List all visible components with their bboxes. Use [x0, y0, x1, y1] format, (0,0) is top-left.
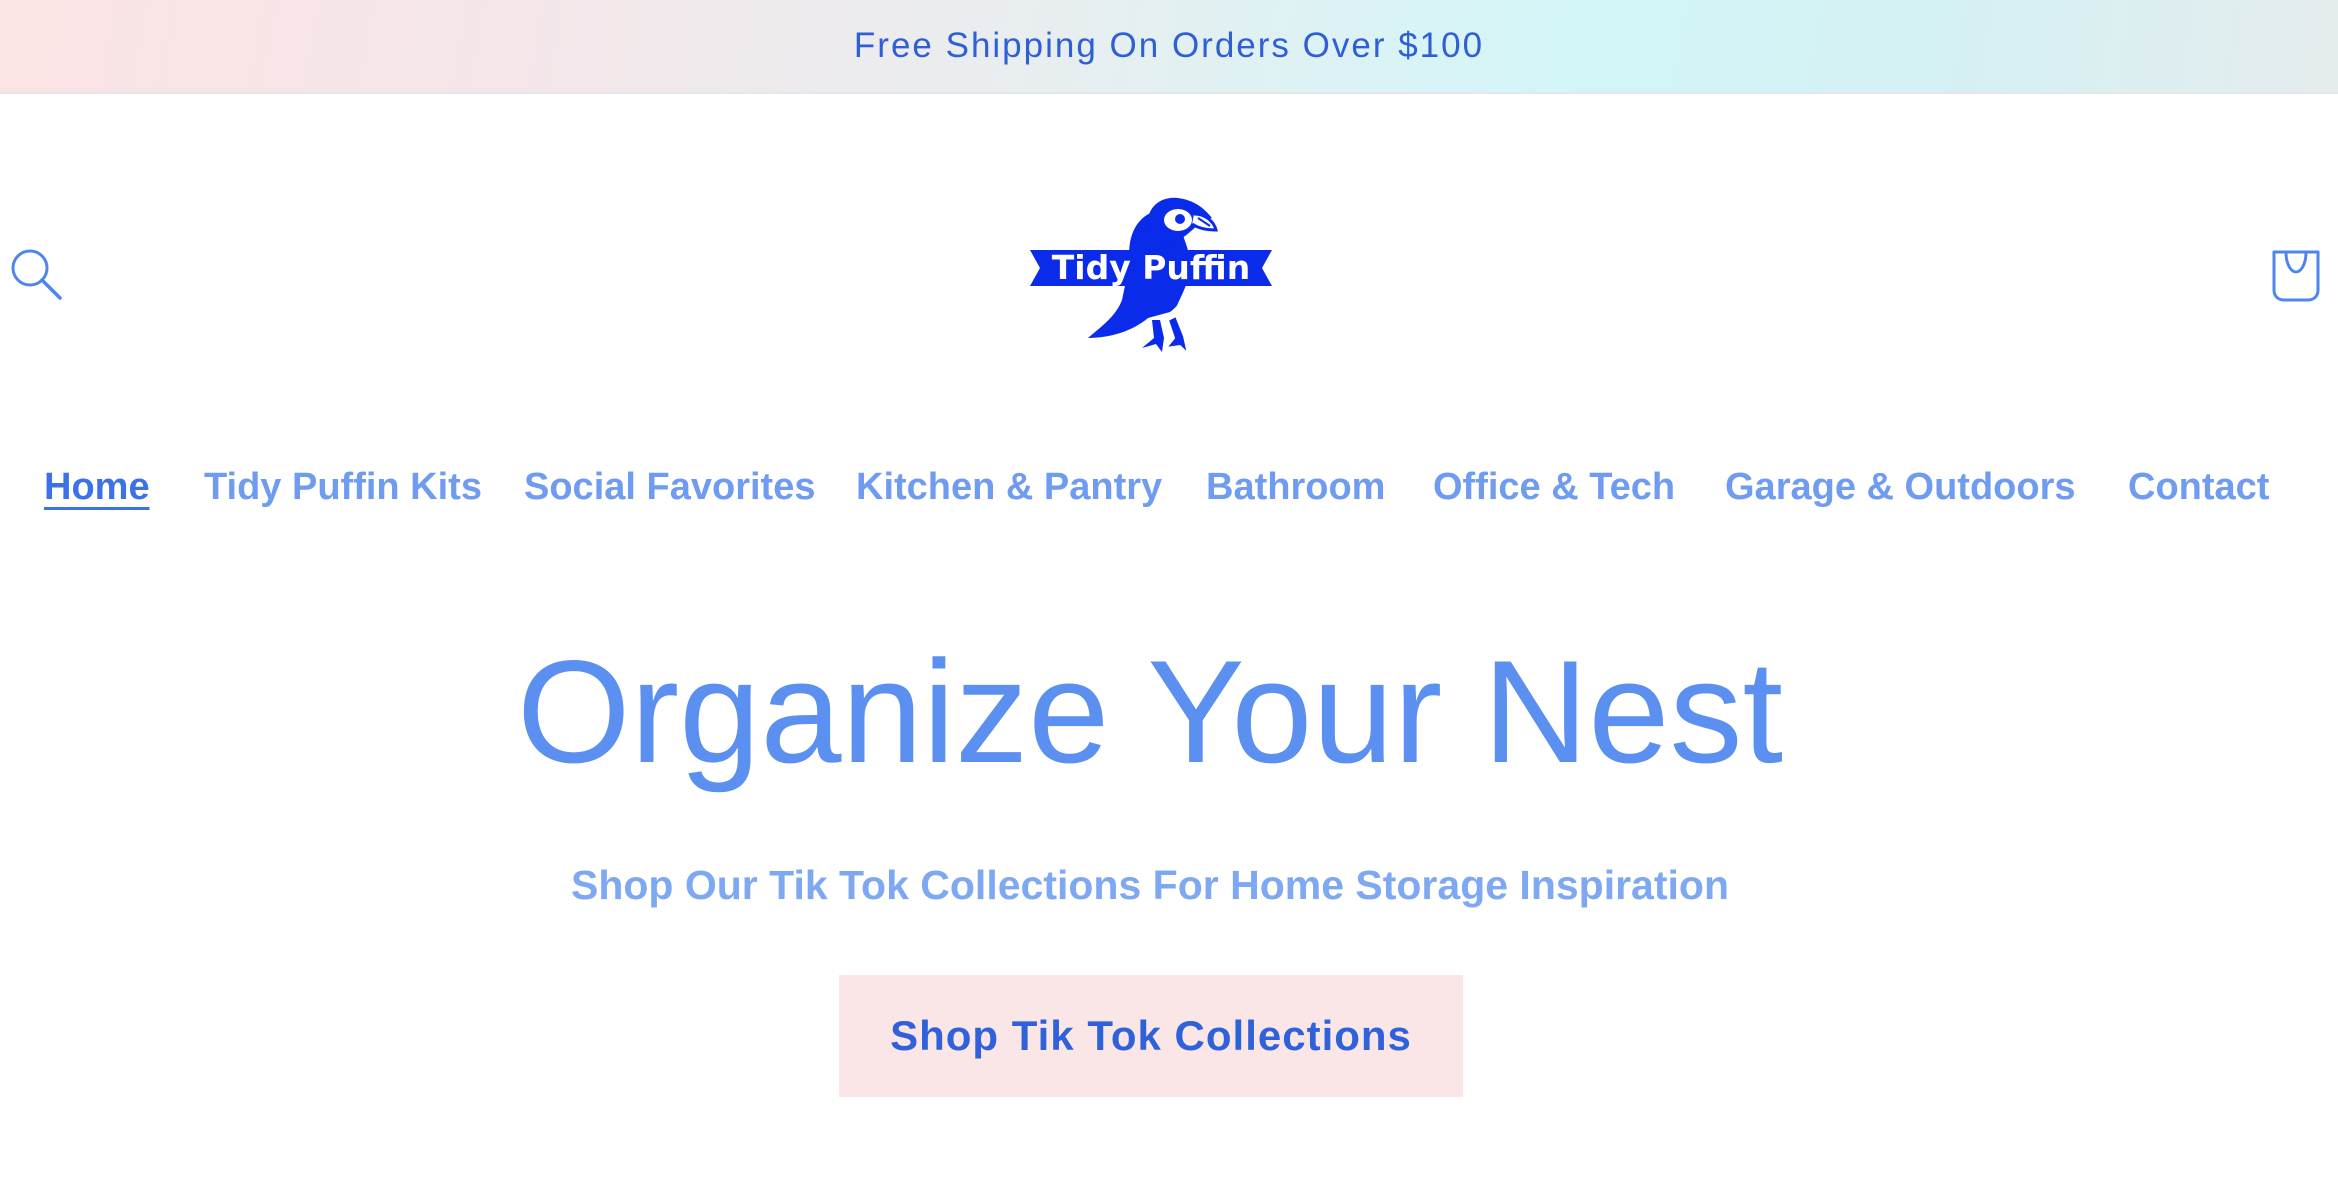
tidy-puffin-logo[interactable]: Tidy Puffin [1030, 188, 1272, 358]
nav-item-home[interactable]: Home [44, 466, 150, 509]
hero-subtitle: Shop Our Tik Tok Collections For Home St… [571, 862, 1729, 908]
nav-item-kitchen-pantry[interactable]: Kitchen & Pantry [856, 466, 1162, 509]
hero-title: Organize Your Nest [516, 630, 1784, 793]
nav-item-contact[interactable]: Contact [2128, 466, 2269, 509]
nav-item-tidy-puffin-kits[interactable]: Tidy Puffin Kits [204, 466, 482, 509]
shop-tiktok-collections-button[interactable]: Shop Tik Tok Collections [839, 975, 1463, 1097]
announcement-text: Free Shipping On Orders Over $100 [853, 26, 1485, 65]
puffin-logo-icon: Tidy Puffin [1030, 197, 1272, 358]
nav-item-social-favorites[interactable]: Social Favorites [524, 466, 815, 509]
cart-button[interactable] [2268, 244, 2324, 304]
logo-text: Tidy Puffin [1052, 248, 1250, 287]
announcement-bar: Free Shipping On Orders Over $100 [0, 0, 2338, 94]
nav-item-bathroom[interactable]: Bathroom [1206, 466, 1385, 509]
search-button[interactable] [8, 246, 66, 304]
nav-item-garage-outdoors[interactable]: Garage & Outdoors [1725, 466, 2076, 509]
search-icon [11, 249, 62, 300]
main-navigation: Home Tidy Puffin Kits Social Favorites K… [0, 466, 2338, 526]
cart-bag-icon [2272, 250, 2320, 302]
nav-item-office-tech[interactable]: Office & Tech [1433, 466, 1675, 509]
